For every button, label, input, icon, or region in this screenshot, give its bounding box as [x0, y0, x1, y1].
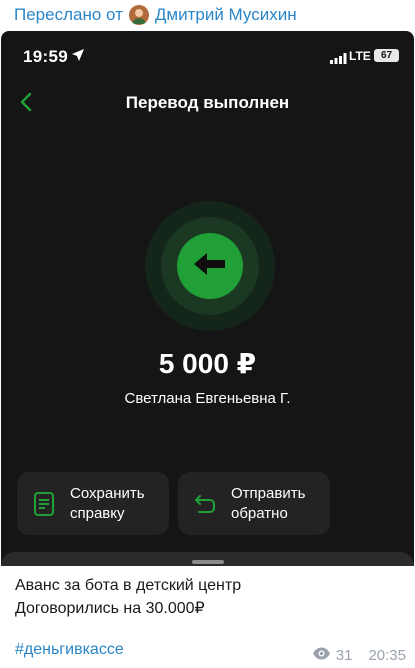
location-arrow-icon [71, 48, 85, 67]
message-line-2: Договорились на 30.000₽ [15, 600, 205, 617]
forwarded-prefix: Переслано от [14, 5, 123, 24]
page-title: Перевод выполнен [125, 93, 290, 112]
view-count: 31 [335, 647, 353, 664]
navigation-bar: Перевод выполнен [1, 87, 414, 117]
forwarded-author[interactable]: Дмитрий Мусихин [155, 5, 297, 25]
save-receipt-label: Сохранить справку [70, 484, 145, 522]
message-meta: 31 20:35 [312, 647, 406, 664]
recipient-name: Светлана Евгеньевна Г. [124, 390, 291, 407]
message-text: Аванс за бота в детский центр Договорили… [15, 574, 241, 620]
send-back-label: Отправить обратно [231, 484, 306, 522]
forwarded-header[interactable]: Переслано от Дмитрий Мусихин [14, 4, 297, 26]
message-time: 20:35 [368, 647, 406, 664]
message-line-1: Аванс за бота в детский центр [15, 577, 242, 594]
return-arrow-icon [192, 491, 218, 517]
transfer-status-circle [177, 233, 243, 299]
save-receipt-button[interactable]: Сохранить справку [17, 472, 169, 535]
signal-bars-icon [330, 51, 347, 69]
eye-icon [312, 647, 331, 664]
sheet-grab-handle[interactable] [192, 560, 224, 564]
status-bar: 19:59 LTE 67 [1, 31, 414, 81]
user-avatar[interactable] [128, 5, 149, 25]
send-back-button[interactable]: Отправить обратно [178, 472, 330, 535]
battery-icon: 67 [374, 49, 399, 62]
network-type: LTE [349, 49, 371, 63]
bank-screenshot: 19:59 LTE 67 Перевод выполнен 5 000 ₽ Св… [1, 31, 414, 566]
hashtag-link[interactable]: #деньгивкассе [15, 641, 124, 659]
status-time: 19:59 [23, 47, 68, 66]
arrow-left-icon [192, 250, 228, 283]
transfer-amount: 5 000 ₽ [158, 348, 257, 379]
bottom-sheet[interactable] [1, 552, 414, 566]
document-icon [31, 491, 57, 517]
